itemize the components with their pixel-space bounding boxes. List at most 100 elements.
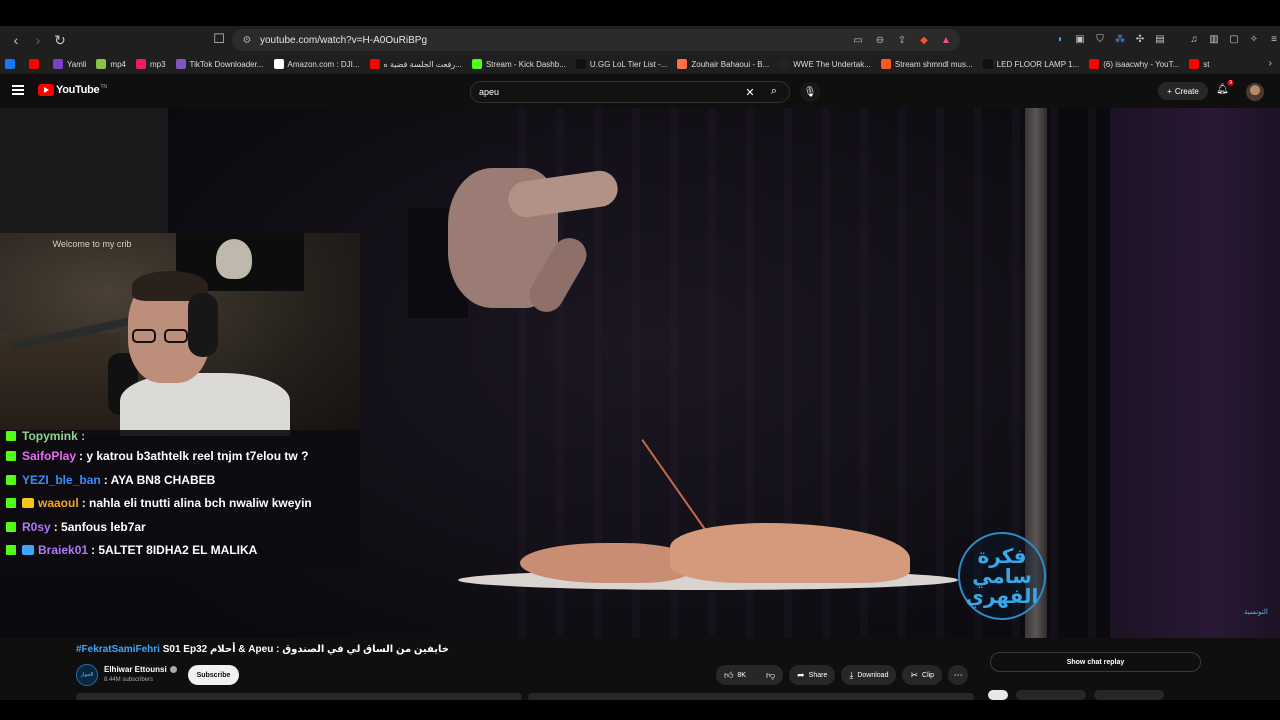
search-input[interactable] [479, 85, 739, 99]
video-title: #FekratSamiFehri S01 Ep32 أحلام & Apeu :… [76, 644, 449, 655]
clip-button[interactable]: ✂ Clip [902, 665, 943, 685]
forward-icon[interactable]: › [28, 30, 48, 50]
video-player[interactable]: فكرة سامي الفهري التونسية Welcome to my … [0, 108, 1280, 638]
chat-username[interactable]: waaoul [38, 496, 79, 510]
bookmark-item[interactable]: رفعت الجلسة فضية ه... [365, 55, 467, 73]
show-chat-replay-button[interactable]: Show chat replay [990, 652, 1201, 672]
media-icon[interactable]: ♫ [1186, 30, 1202, 48]
share-button[interactable]: ➦ Share [789, 665, 836, 685]
bookmark-favicon-icon [880, 59, 891, 69]
back-icon[interactable]: ‹ [6, 30, 26, 50]
bookmark-item[interactable]: LED FLOOR LAMP 1... [978, 55, 1085, 73]
clear-search-icon[interactable]: ✕ [743, 86, 757, 99]
translate-icon[interactable]: ⁂ [1112, 30, 1128, 48]
hamburger-menu-icon[interactable] [12, 85, 24, 95]
cast-icon[interactable]: ▭ [850, 32, 866, 48]
share-icon: ➦ [797, 669, 805, 680]
video-info-section: #FekratSamiFehri S01 Ep32 أحلام & Apeu :… [0, 638, 1280, 701]
like-button[interactable]: 👍︎ 8K [716, 665, 754, 685]
channel-name[interactable]: Elhiwar Ettounsi [104, 665, 167, 674]
verified-icon [169, 666, 177, 673]
bookmark-icon[interactable]: ☐ [210, 30, 228, 48]
skull-icon [216, 239, 252, 279]
stream-chat-overlay: Topymink : SaifoPlay: y katrou b3athtelk… [0, 430, 360, 570]
brave-rewards-icon[interactable]: ▲ [938, 32, 954, 48]
bookmark-item[interactable]: Stream shmndl mus... [876, 55, 978, 73]
filter-chip[interactable] [1016, 690, 1086, 700]
reload-icon[interactable]: ↻ [50, 30, 70, 50]
search-box[interactable]: ✕ ⌕ [470, 81, 790, 103]
sidebar-icon[interactable]: ▥ [1206, 30, 1222, 48]
vpn-icon[interactable]: ⛉ [1092, 30, 1108, 48]
chat-message: R0sy: 5anfous leb7ar [6, 517, 146, 537]
bookmark-label: Yamli [67, 59, 87, 69]
bookmark-label: st [1203, 59, 1210, 69]
extension-icon[interactable]: ◗ [1052, 30, 1068, 48]
presenter-hand [408, 148, 620, 319]
extensions-puzzle-icon[interactable]: ✣ [1132, 30, 1148, 48]
extension-icon[interactable]: ▤ [1152, 30, 1168, 48]
more-actions-icon[interactable]: ⋯ [948, 665, 969, 685]
voice-search-mic-icon[interactable]: 🎙︎ [800, 82, 820, 102]
filter-chip[interactable] [988, 690, 1008, 700]
bookmark-item[interactable]: Stream - Kick Dashb... [467, 55, 571, 73]
address-bar[interactable]: ⚙ youtube.com/watch?v=H-A0OuRiBPg ▭ ⊖ ⇪ … [232, 29, 960, 51]
leo-ai-icon[interactable]: ✧ [1246, 30, 1262, 48]
title-hashtag-link[interactable]: #FekratSamiFehri [76, 644, 160, 655]
bookmark-item[interactable]: (6) isaacwhy - YouT... [1084, 55, 1184, 73]
filter-chip[interactable] [1094, 690, 1164, 700]
bookmark-item[interactable]: Amazon.com : DJI... [269, 55, 365, 73]
bookmark-item[interactable]: mp4 [91, 55, 131, 73]
kick-badge-icon [6, 498, 16, 508]
kick-badge-icon [6, 545, 16, 555]
wall-sign: Welcome to my crib [52, 239, 132, 249]
streamer-webcam-overlay: Welcome to my crib [0, 233, 360, 436]
chat-username[interactable]: R0sy [22, 520, 51, 534]
like-count: 8K [737, 671, 746, 679]
download-button[interactable]: ⤓ Download [841, 665, 897, 685]
brave-shield-icon[interactable]: ◆ [916, 32, 932, 48]
menu-icon[interactable]: ≡ [1266, 30, 1280, 48]
share-page-icon[interactable]: ⇪ [894, 32, 910, 48]
bookmark-label: رفعت الجلسة فضية ه... [383, 59, 462, 69]
chat-line-partial: Topymink : [6, 430, 85, 446]
chat-username[interactable]: SaifoPlay [22, 449, 76, 463]
search-icon[interactable]: ⌕ [765, 85, 783, 98]
wallet-icon[interactable]: ▢ [1226, 30, 1242, 48]
chat-username[interactable]: Braiek01 [38, 543, 88, 557]
channel-name-row[interactable]: Elhiwar Ettounsi [104, 665, 177, 674]
more-bookmarks-icon[interactable]: › [1269, 58, 1272, 69]
related-filter-chips [988, 690, 1164, 700]
subscribe-button[interactable]: Subscribe [188, 665, 239, 685]
thumbs-up-icon: 👍︎ [724, 669, 734, 680]
bookmark-item[interactable]: st [1184, 55, 1214, 73]
chat-message: YEZI_ble_ban: AYA BN8 CHABEB [6, 470, 215, 490]
chat-message-text: : nahla eli tnutti alina bch nwaliw kwey… [81, 496, 312, 510]
bookmark-item[interactable] [24, 55, 48, 73]
bookmark-item[interactable]: mp3 [131, 55, 171, 73]
create-button[interactable]: + Create [1158, 82, 1208, 100]
chat-username[interactable]: YEZI_ble_ban [22, 473, 101, 487]
bookmark-label: (6) isaacwhy - YouT... [1103, 59, 1180, 69]
chat-message: waaoul: nahla eli tnutti alina bch nwali… [6, 493, 312, 513]
url-text[interactable]: youtube.com/watch?v=H-A0OuRiBPg [260, 35, 427, 46]
bookmark-item[interactable]: U.GG LoL Tier List -... [571, 55, 673, 73]
site-info-icon[interactable]: ⚙ [240, 33, 254, 47]
bookmark-item[interactable]: TikTok Downloader... [171, 55, 269, 73]
bookmark-item[interactable]: WWE The Undertak... [774, 55, 876, 73]
bookmark-favicon-icon [575, 59, 586, 69]
bookmark-item[interactable]: Yamli [48, 55, 91, 73]
channel-avatar[interactable]: الحوار [76, 664, 98, 686]
account-avatar[interactable] [1246, 83, 1264, 101]
bookmark-item[interactable] [0, 55, 24, 73]
notifications-bell-icon[interactable]: 🔔︎ 9 [1216, 80, 1234, 98]
extension-icon[interactable]: ▣ [1072, 30, 1088, 48]
bookmark-favicon-icon [471, 59, 482, 69]
streamer-shirt [120, 373, 290, 436]
youtube-play-icon [38, 84, 54, 96]
youtube-logo[interactable]: YouTube TN [38, 84, 107, 96]
bookmark-item[interactable]: Zouhair Bahaoui - B... [672, 55, 774, 73]
dislike-button[interactable]: 👎︎ [757, 665, 784, 685]
chat-message-text: : AYA BN8 CHABEB [103, 472, 216, 487]
zoom-icon[interactable]: ⊖ [872, 32, 888, 48]
